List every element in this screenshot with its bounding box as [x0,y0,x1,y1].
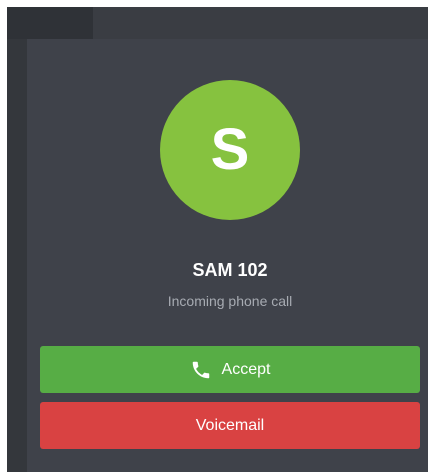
accept-label: Accept [221,360,271,378]
window-top-bar [7,7,428,39]
caller-avatar: S [160,80,300,220]
voicemail-button[interactable]: Voicemail [40,402,420,449]
accept-call-button[interactable]: Accept [40,346,420,393]
incoming-call-panel: S SAM 102 Incoming phone call Accept Voi… [27,39,428,472]
window-tab [7,7,93,39]
caller-name: SAM 102 [192,260,268,280]
call-status-text: Incoming phone call [167,293,293,309]
phone-icon [190,359,212,381]
voicemail-label: Voicemail [195,416,265,434]
avatar-initial: S [210,117,250,182]
